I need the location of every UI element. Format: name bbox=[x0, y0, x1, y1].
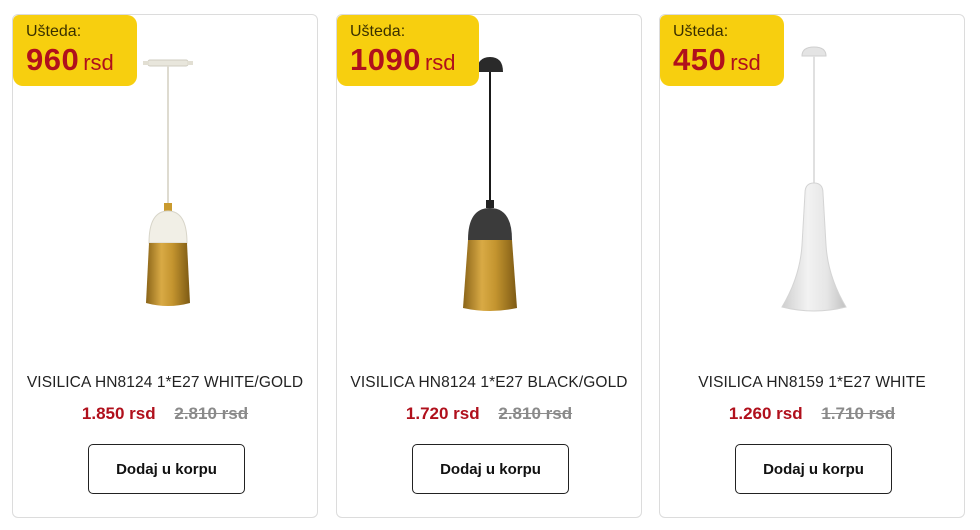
savings-badge: Ušteda: 1090 rsd bbox=[337, 15, 479, 86]
savings-amount: 450 rsd bbox=[673, 43, 784, 83]
product-name[interactable]: VISILICA HN8124 1*E27 BLACK/GOLD bbox=[337, 374, 641, 392]
product-grid: Ušteda: 960 rsd VISILICA HN8124 1*E27 WHI… bbox=[0, 0, 980, 530]
current-price: 1.850 rsd bbox=[81, 404, 156, 423]
old-price: 2.810 rsd bbox=[498, 404, 573, 423]
savings-badge: Ušteda: 960 rsd bbox=[13, 15, 137, 86]
savings-value: 960 bbox=[26, 42, 80, 77]
old-price: 2.810 rsd bbox=[174, 404, 249, 423]
savings-badge: Ušteda: 450 rsd bbox=[660, 15, 784, 86]
savings-amount: 960 rsd bbox=[26, 43, 137, 83]
add-to-cart-button[interactable]: Dodaj u korpu bbox=[735, 444, 892, 494]
product-card[interactable]: Ušteda: 1090 rsd VISILICA HN8124 1*E27 BL… bbox=[336, 14, 642, 518]
current-price: 1.720 rsd bbox=[405, 404, 480, 423]
price-block: 1.850 rsd 2.810 rsd bbox=[13, 404, 317, 424]
savings-label: Ušteda: bbox=[26, 23, 82, 40]
savings-amount: 1090 rsd bbox=[350, 43, 479, 83]
savings-currency: rsd bbox=[730, 50, 761, 75]
savings-label: Ušteda: bbox=[350, 23, 406, 40]
savings-currency: rsd bbox=[424, 50, 456, 75]
price-block: 1.260 rsd 1.710 rsd bbox=[660, 404, 964, 424]
savings-value: 450 bbox=[673, 42, 727, 77]
product-card[interactable]: Ušteda: 960 rsd VISILICA HN8124 1*E27 WHI… bbox=[12, 14, 318, 518]
price-block: 1.720 rsd 2.810 rsd bbox=[337, 404, 641, 424]
savings-currency: rsd bbox=[83, 50, 114, 75]
current-price: 1.260 rsd bbox=[728, 404, 803, 423]
product-name[interactable]: VISILICA HN8159 1*E27 WHITE bbox=[660, 374, 964, 392]
add-to-cart-button[interactable]: Dodaj u korpu bbox=[88, 444, 245, 494]
savings-label: Ušteda: bbox=[673, 23, 729, 40]
savings-value: 1090 bbox=[350, 42, 421, 77]
old-price: 1.710 rsd bbox=[821, 404, 896, 423]
add-to-cart-button[interactable]: Dodaj u korpu bbox=[412, 444, 569, 494]
product-name[interactable]: VISILICA HN8124 1*E27 WHITE/GOLD bbox=[13, 374, 317, 392]
product-card[interactable]: Ušteda: 450 rsd VISILICA HN8159 1*E27 WHI… bbox=[659, 14, 965, 518]
